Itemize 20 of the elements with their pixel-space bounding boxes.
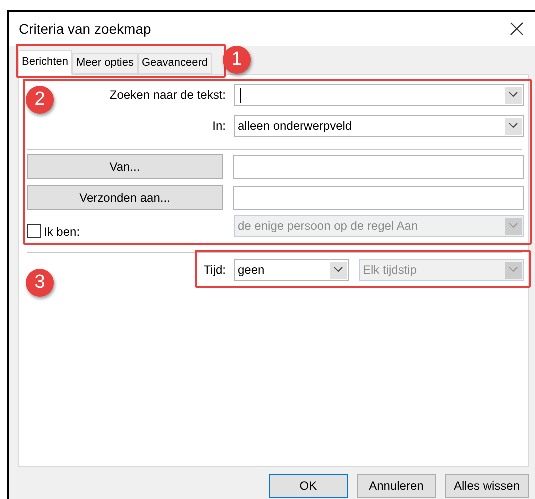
field-label: Tijd: — [204, 262, 226, 279]
dropdown[interactable]: alleen onderwerpveld — [234, 115, 524, 137]
address-button[interactable]: Van... — [27, 154, 223, 179]
window-title: Criteria van zoekmap — [19, 20, 152, 39]
dropdown[interactable] — [234, 84, 524, 106]
address-button[interactable]: Verzonden aan... — [27, 185, 223, 210]
input-field[interactable] — [233, 154, 524, 178]
close-icon — [510, 22, 524, 36]
dialog-button[interactable]: Annuleren — [356, 474, 436, 498]
dialog-button[interactable]: Alles wissen — [444, 474, 529, 498]
text-cursor-icon — [240, 88, 241, 102]
tab[interactable]: Berichten — [18, 50, 72, 75]
tab[interactable]: Geavanceerd — [138, 53, 212, 74]
tab[interactable]: Meer opties — [72, 53, 138, 74]
checkbox-label: Ik ben: — [44, 226, 80, 238]
field-label: In: — [212, 118, 226, 135]
dialog-button[interactable]: OK — [268, 474, 348, 498]
dropdown[interactable]: geen — [234, 259, 349, 281]
input-field[interactable] — [233, 186, 524, 210]
field-label: Zoeken naar de tekst: — [110, 87, 226, 104]
